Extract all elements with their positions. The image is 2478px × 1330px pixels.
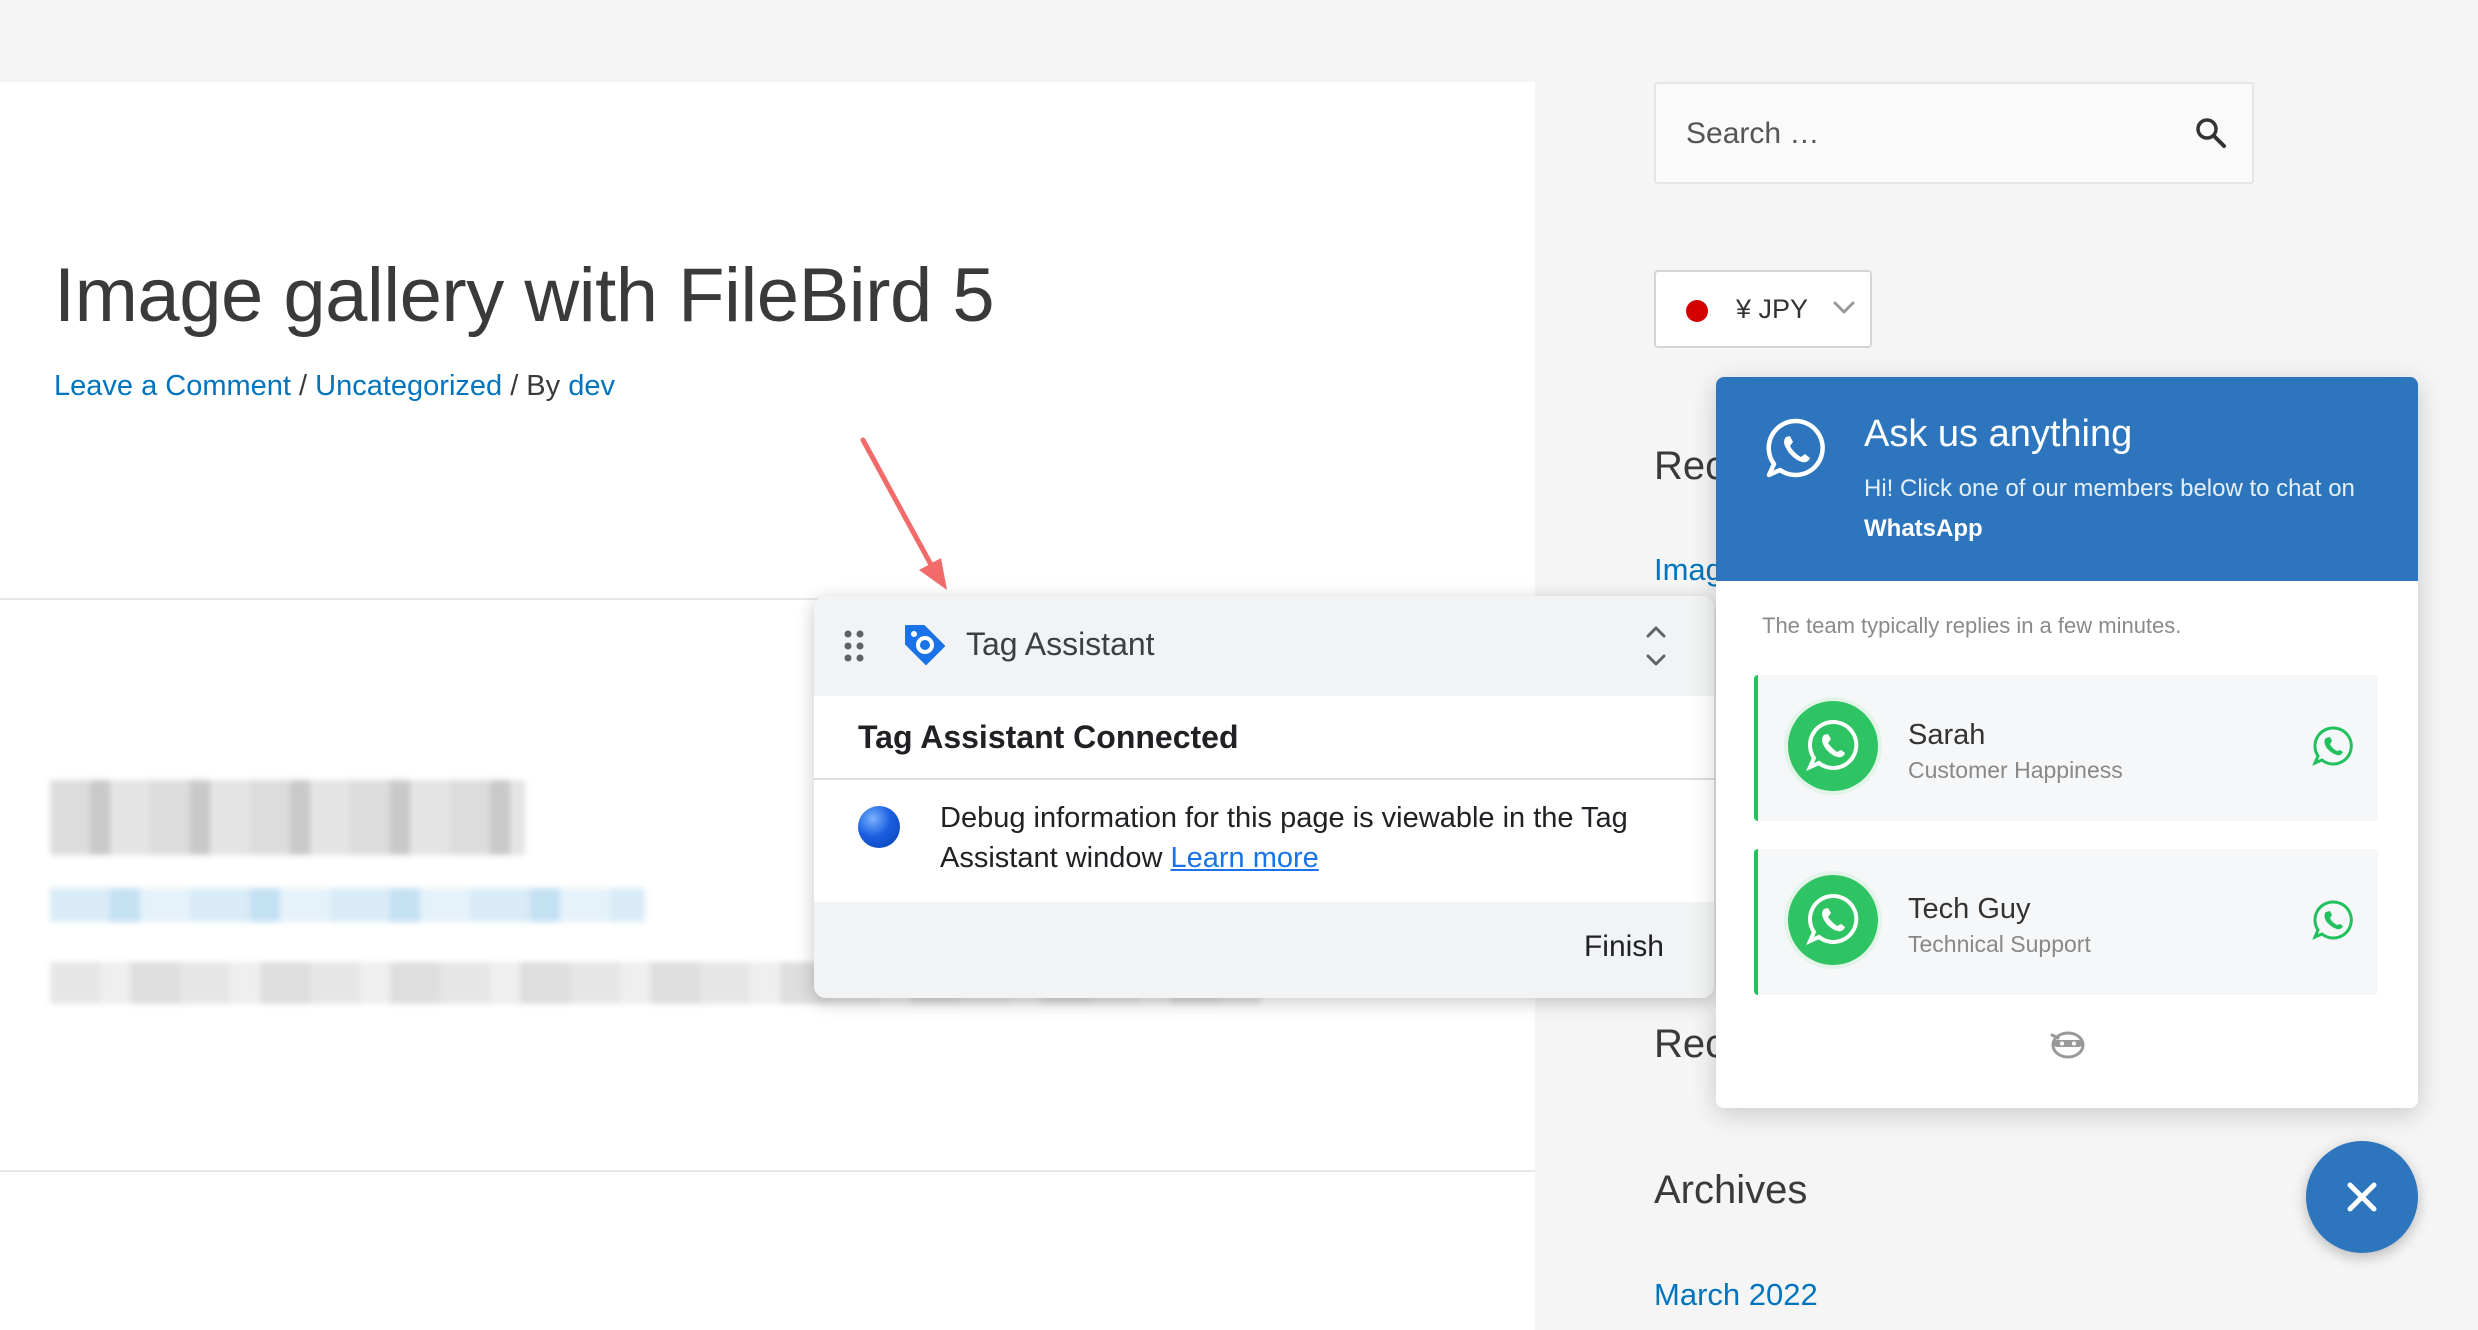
- tag-assistant-footer: Finish: [814, 902, 1714, 998]
- meta-separator-by: / By: [502, 370, 569, 402]
- collapse-icon[interactable]: [1642, 624, 1670, 668]
- leave-comment-link[interactable]: Leave a Comment: [54, 370, 291, 402]
- blurred-heading: [50, 780, 525, 855]
- post-meta: Leave a Comment / Uncategorized / By dev: [54, 370, 615, 403]
- meta-separator: /: [290, 370, 316, 402]
- japan-flag-icon: [1686, 300, 1708, 322]
- whatsapp-avatar-icon: [1788, 875, 1878, 965]
- whatsapp-widget-subtitle: Hi! Click one of our members below to ch…: [1864, 469, 2384, 549]
- member-role: Customer Happiness: [1908, 757, 2123, 783]
- category-link[interactable]: Uncategorized: [315, 370, 502, 402]
- currency-switcher[interactable]: ¥ JPY: [1654, 270, 1872, 348]
- search-form: [1654, 82, 2254, 184]
- finish-button[interactable]: Finish: [1584, 930, 1664, 964]
- whatsapp-icon: [1766, 418, 1825, 478]
- recent-comments-heading: Rec: [1654, 1022, 1726, 1066]
- close-icon: [2347, 1182, 2377, 1212]
- tag-assistant-title: Tag Assistant: [966, 626, 1155, 662]
- member-name: Tech Guy: [1908, 893, 2031, 925]
- content-divider: [0, 1170, 1535, 1172]
- whatsapp-avatar-icon: [1788, 701, 1878, 791]
- reply-time-note: The team typically replies in a few minu…: [1762, 613, 2182, 638]
- recent-posts-heading: Rec: [1654, 444, 1726, 488]
- ninja-logo-icon: [2050, 1031, 2085, 1059]
- subtitle-brand: WhatsApp: [1864, 515, 1983, 542]
- drag-handle-icon[interactable]: [844, 630, 864, 662]
- tag-assistant-header: Tag Assistant: [814, 596, 1714, 696]
- annotation-arrow-icon: [860, 437, 947, 590]
- learn-more-link[interactable]: Learn more: [1171, 842, 1319, 874]
- subtitle-text: Hi! Click one of our members below to ch…: [1864, 475, 2355, 502]
- search-input[interactable]: [1686, 112, 2166, 156]
- whatsapp-widget-header: Ask us anything Hi! Click one of our mem…: [1716, 377, 2418, 581]
- post-title: Image gallery with FileBird 5: [54, 253, 995, 338]
- whatsapp-widget-title: Ask us anything: [1864, 413, 2133, 455]
- whatsapp-chat-widget: Ask us anything Hi! Click one of our mem…: [1716, 377, 2418, 1108]
- tag-assistant-popup: Tag Assistant Tag Assistant Connected De…: [814, 596, 1714, 998]
- member-name: Sarah: [1908, 719, 1986, 751]
- connection-status: Tag Assistant Connected: [814, 696, 1714, 780]
- blurred-link: [50, 888, 645, 922]
- status-dot-icon: [858, 806, 900, 848]
- archives-heading: Archives: [1654, 1168, 1808, 1212]
- author-link[interactable]: dev: [568, 370, 615, 402]
- whatsapp-chat-icon: [2312, 900, 2353, 940]
- member-role: Technical Support: [1908, 931, 2091, 957]
- whatsapp-member-card[interactable]: Tech Guy Technical Support: [1754, 849, 2378, 995]
- tag-assistant-logo-icon: [905, 625, 945, 665]
- currency-label: ¥ JPY: [1736, 294, 1809, 324]
- whatsapp-chat-icon: [2312, 726, 2353, 766]
- whatsapp-close-button[interactable]: [2306, 1141, 2418, 1253]
- chevron-down-icon: [1833, 301, 1855, 314]
- debug-message: Debug information for this page is viewa…: [940, 798, 1680, 878]
- tag-assistant-body: Debug information for this page is viewa…: [814, 780, 1714, 900]
- archive-link-march-2022[interactable]: March 2022: [1654, 1277, 1818, 1313]
- recent-post-link[interactable]: Imag: [1654, 552, 1723, 588]
- whatsapp-member-card[interactable]: Sarah Customer Happiness: [1754, 675, 2378, 821]
- search-icon[interactable]: [2194, 116, 2228, 150]
